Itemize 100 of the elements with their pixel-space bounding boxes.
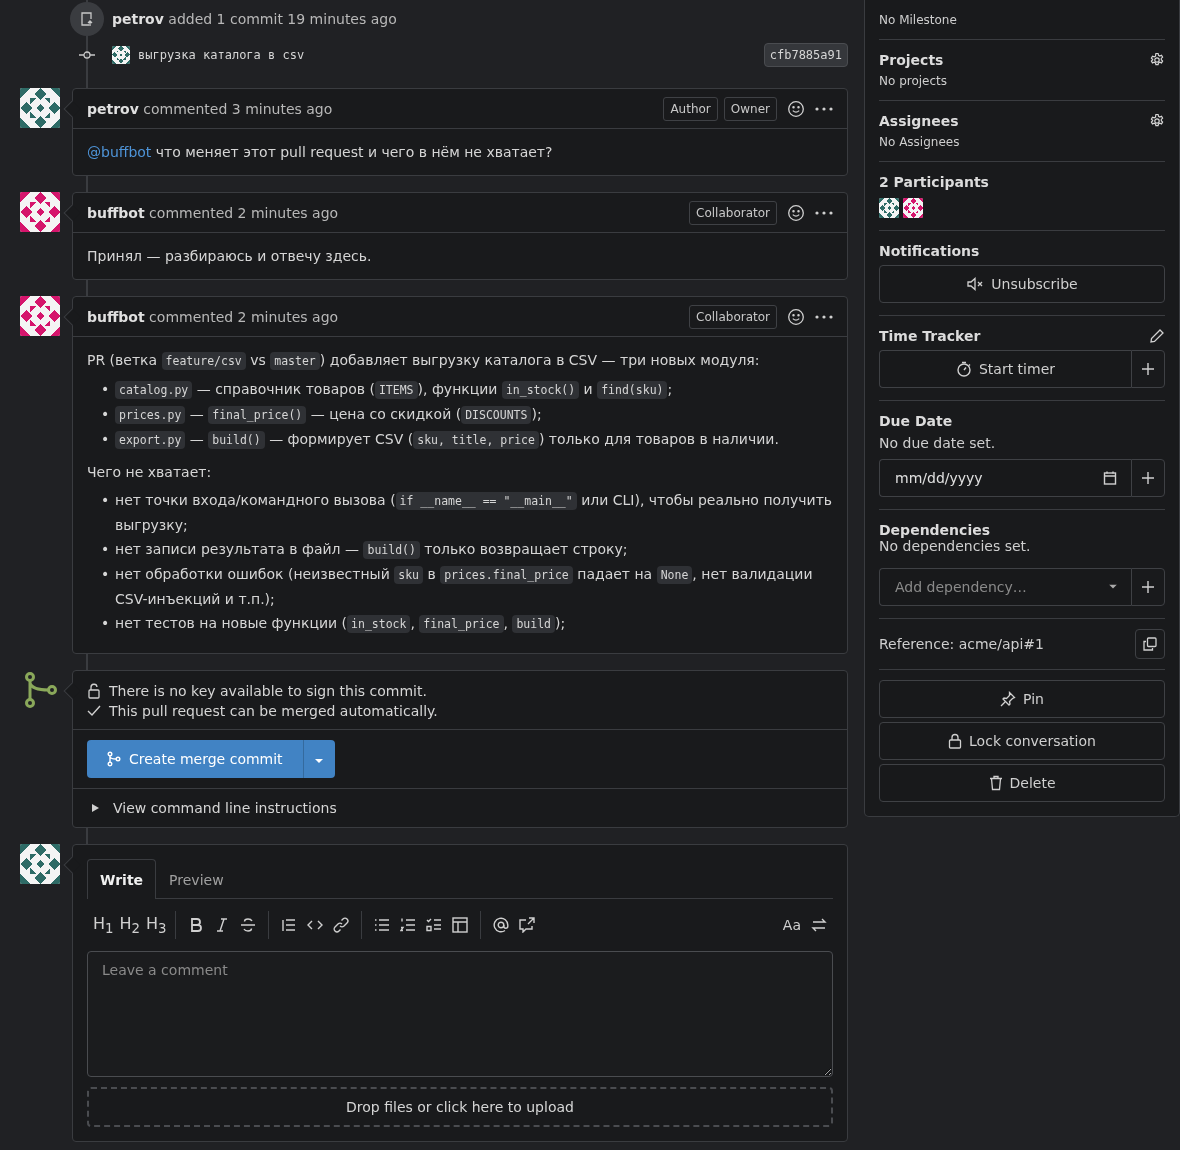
list-item: нет тестов на новые функции ( in_stock , final_price , build ); [115, 614, 567, 635]
role-label: Collaborator [689, 200, 777, 225]
identicon-avatar [903, 198, 923, 218]
more-icon[interactable] [815, 314, 833, 319]
lock-icon [948, 733, 963, 749]
monospace-toggle-button[interactable]: Aa [782, 917, 801, 933]
sidebar-action-button[interactable]: Pin [879, 680, 1165, 718]
role-label: Owner [723, 96, 777, 121]
upload-dropzone[interactable]: Drop files or click here to upload [87, 1087, 833, 1127]
heading-button[interactable]: H$_{3}$ [146, 913, 167, 937]
milestone-value: No Milestone [879, 13, 958, 27]
merge-icon [107, 751, 121, 767]
mute-icon [966, 276, 985, 292]
more-icon[interactable] [815, 106, 833, 111]
bullet: • [101, 430, 111, 449]
comment-header-text: buffbot commented 2 minutes ago [87, 204, 339, 221]
check-icon [87, 705, 101, 717]
list-item: catalog.py — справочник товаров ( ITEMS ), функции in_stock() и find(sku) ; [115, 377, 833, 402]
copy-button[interactable] [1135, 629, 1165, 659]
reference-text: Reference: acme/api#1 [879, 636, 1044, 652]
triangle-icon [90, 803, 100, 813]
commit-sha-badge[interactable]: cfb7885a91 [763, 43, 848, 67]
unlocked-icon [87, 683, 101, 699]
identicon-avatar [20, 88, 60, 128]
list-item: нет точки входа/командного вызова ( if __name__ == "__main__" или CLI), чтобы реально получить выгрузку; [115, 491, 833, 535]
add-button[interactable] [1131, 459, 1165, 497]
merge-status-text: This pull request can be merged automatically. [109, 703, 438, 719]
bullet: • [101, 405, 111, 424]
mention-icon[interactable] [492, 917, 509, 933]
identicon-avatar [20, 844, 60, 884]
dependency-dropdown[interactable]: Add dependency… [879, 568, 1131, 606]
quote-icon[interactable] [280, 917, 297, 933]
calendar-icon[interactable] [1103, 471, 1117, 485]
bullet: • [101, 540, 111, 559]
role-label: Collaborator [689, 304, 777, 329]
bullet: • [101, 614, 111, 633]
table-icon[interactable] [451, 917, 468, 933]
emoji-icon[interactable] [787, 99, 805, 118]
settings-icon[interactable] [1149, 52, 1165, 68]
trash-icon [988, 775, 1003, 791]
heading-button[interactable]: H$_{1}$ [93, 913, 114, 937]
bullet: • [101, 491, 111, 510]
task-list-icon[interactable] [425, 917, 442, 933]
push-icon [70, 2, 104, 36]
add-button[interactable] [1131, 568, 1165, 606]
plus-icon [1141, 362, 1155, 376]
identicon-avatar [20, 192, 60, 232]
plus-icon [1141, 471, 1155, 485]
numbered-list-icon[interactable] [399, 917, 416, 933]
list-item: нет записи результата в файл — build() только возвращает строку; [115, 540, 629, 561]
unsubscribe-button[interactable]: Unsubscribe [879, 265, 1165, 303]
section-title: Dependencies [879, 522, 991, 538]
heading-button[interactable]: H$_{2}$ [119, 913, 141, 937]
section-value: No dependencies set. [879, 538, 1032, 554]
bullet: • [101, 565, 111, 584]
sidebar-action-button[interactable]: Lock conversation [879, 722, 1165, 760]
command-line-instructions-toggle[interactable]: View command line instructions [73, 789, 847, 827]
link-icon[interactable] [332, 917, 349, 933]
copy-icon [1143, 637, 1157, 651]
role-label: Author [663, 96, 718, 121]
list-item: prices.py — final_price() — цена со скидкой ( DISCOUNTS ); [115, 402, 833, 427]
section-title: Due Date [879, 413, 953, 429]
section-value: No projects [879, 74, 949, 88]
plus-icon [1141, 580, 1155, 594]
merge-status-text: There is no key available to sign this commit. [109, 683, 427, 699]
identicon-avatar [879, 198, 899, 218]
comment-paragraph: @buffbot что меняет этот pull request и чего в нём не хватает? [87, 143, 554, 162]
commit-message[interactable]: выгрузка каталога в csv [138, 48, 764, 62]
strikethrough-icon[interactable] [239, 917, 256, 933]
comment-header-text: petrov commented 3 minutes ago [87, 100, 333, 117]
more-icon[interactable] [815, 210, 833, 215]
stopwatch-icon [955, 361, 972, 377]
comment-paragraph: Принял — разбираюсь и отвечу здесь. [87, 247, 373, 266]
settings-icon[interactable] [1149, 113, 1165, 129]
editor-tab[interactable]: Write [87, 859, 157, 899]
emoji-icon[interactable] [787, 307, 805, 326]
section-title: Assignees [879, 113, 959, 129]
start-timer-button[interactable]: Start timer [879, 350, 1131, 388]
sidebar-action-button[interactable]: Delete [879, 764, 1165, 802]
identicon-avatar [20, 296, 60, 336]
pencil-icon[interactable] [1149, 328, 1165, 344]
bulleted-list-icon[interactable] [373, 917, 390, 933]
caret-icon[interactable] [1109, 584, 1117, 590]
date-field[interactable]: mm/dd/yyyy [879, 459, 1131, 497]
event-text: petrov added 1 commit 19 minutes ago [112, 11, 397, 27]
emoji-icon[interactable] [787, 203, 805, 222]
commit-icon [79, 50, 95, 60]
section-title: Notifications [879, 243, 980, 259]
editor-tab[interactable]: Preview [156, 859, 237, 899]
section-title: Projects [879, 52, 944, 68]
section-title: Time Tracker [879, 328, 981, 344]
create-merge-commit-button[interactable]: Create merge commit [87, 740, 303, 778]
section-value: No Assignees [879, 135, 961, 149]
comment-paragraph: Чего не хватает: [87, 463, 213, 482]
cross-reference-icon[interactable] [518, 917, 535, 933]
list-item: export.py — build() — формирует CSV ( sku, title, price ) только для товаров в наличии. [115, 427, 833, 452]
comment-textarea[interactable]: Leave a comment [87, 951, 833, 1077]
comment-header-text: buffbot commented 2 minutes ago [87, 308, 339, 325]
swap-icon[interactable] [811, 917, 827, 933]
add-button[interactable] [1131, 350, 1165, 388]
